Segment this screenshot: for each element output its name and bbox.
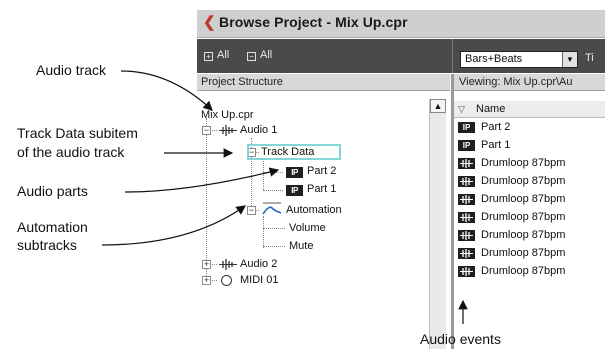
arrow-audio-parts (124, 167, 280, 193)
callout-arrows (101, 70, 468, 324)
arrow-audio-track (120, 70, 213, 111)
arrow-automation (101, 205, 246, 246)
